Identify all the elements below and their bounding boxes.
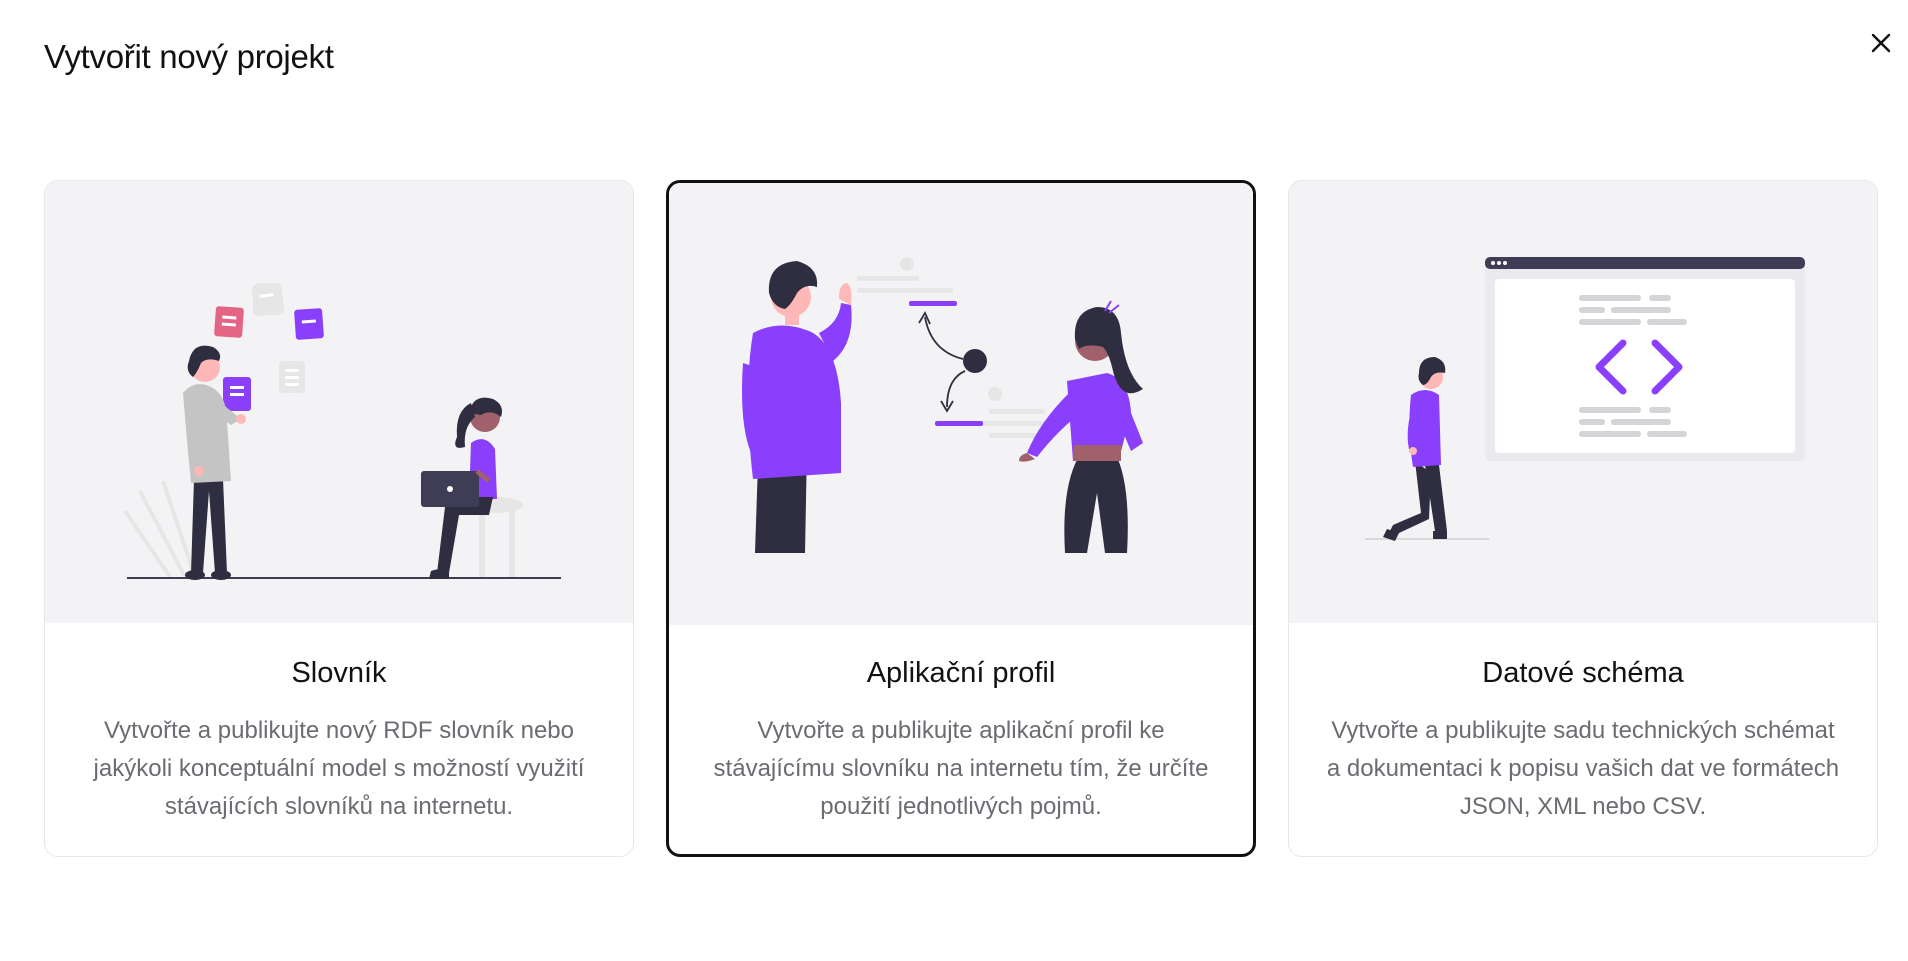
card-title: Datové schéma (1482, 657, 1684, 689)
card-vocabulary[interactable]: Slovník Vytvořte a publikujte nový RDF s… (44, 180, 634, 857)
code-browser-illustration (1289, 181, 1877, 623)
card-data-schema[interactable]: Datové schéma Vytvořte a publikujte sadu… (1288, 180, 1878, 857)
card-title: Slovník (291, 657, 387, 689)
dialog-title: Vytvořit nový projekt (44, 38, 334, 75)
project-type-options: Slovník Vytvořte a publikujte nový RDF s… (44, 180, 1878, 857)
card-title: Aplikační profil (866, 657, 1056, 689)
create-project-dialog: Vytvořit nový projekt Slovník Vytvořte a… (0, 0, 1908, 961)
team-collaboration-illustration (45, 181, 633, 623)
close-button[interactable] (1862, 24, 1900, 62)
mapping-concepts-illustration (669, 183, 1253, 625)
card-description: Vytvořte a publikujte aplikační profil k… (713, 717, 1209, 820)
close-icon (1871, 33, 1891, 53)
card-application-profile[interactable]: Aplikační profil Vytvořte a publikujte a… (666, 180, 1256, 857)
card-description: Vytvořte a publikujte nový RDF slovník n… (93, 717, 585, 820)
card-description: Vytvořte a publikujte sadu technických s… (1326, 717, 1840, 820)
